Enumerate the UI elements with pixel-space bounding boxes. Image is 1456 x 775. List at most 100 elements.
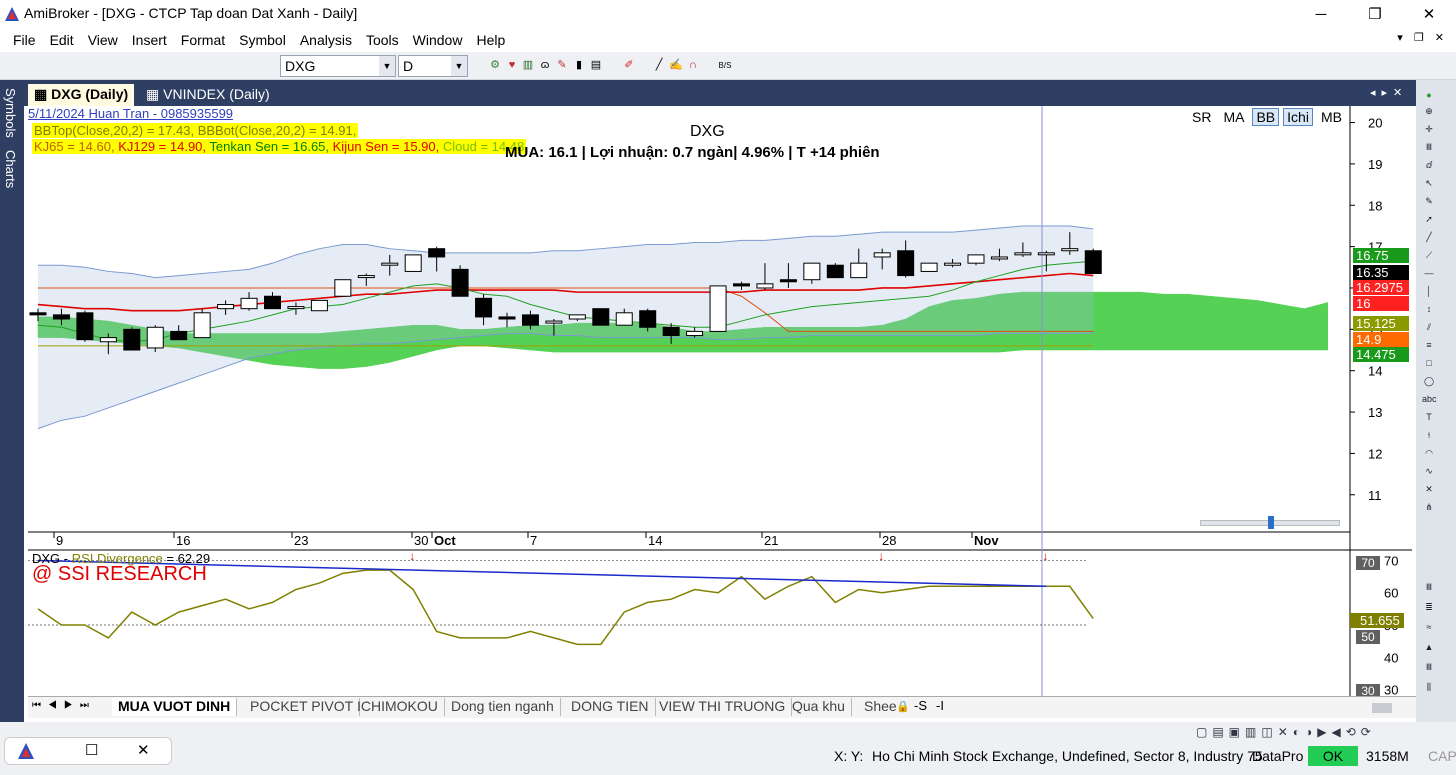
hline-icon[interactable]: ―: [1422, 266, 1436, 280]
bb-bot-legend: BBBot(Close,20,2) = 14.91,: [197, 123, 357, 138]
maximize-button[interactable]: ❐: [1352, 0, 1398, 28]
chart-svg[interactable]: 111213141516171819209162330Oct7142128Nov…: [28, 106, 1412, 696]
draw-icon[interactable]: ⅆ: [1422, 158, 1436, 172]
chevron-down-icon[interactable]: ▼: [379, 56, 395, 76]
menu-window[interactable]: Window: [406, 32, 470, 48]
fan-icon[interactable]: ⟊: [1422, 428, 1436, 442]
vline-icon[interactable]: │: [1422, 284, 1436, 298]
ellipse-icon[interactable]: ◯: [1422, 374, 1436, 388]
buy-sell-icon[interactable]: B/S: [718, 58, 732, 73]
tab-nav-icons[interactable]: ◂▸✕: [1370, 86, 1408, 99]
trendline-icon[interactable]: ╱: [1422, 230, 1436, 244]
chevron-down-icon[interactable]: ▼: [451, 56, 467, 76]
sheet-nav-arrows[interactable]: ⏮◀▶⏭: [32, 700, 96, 711]
menu-insert[interactable]: Insert: [125, 32, 174, 48]
menu-help[interactable]: Help: [469, 32, 512, 48]
arc-icon[interactable]: ◠: [1422, 446, 1436, 460]
bb-button[interactable]: BB: [1252, 108, 1280, 126]
ichimoku-cloud-segment: [1210, 295, 1235, 351]
sheet-extra-i[interactable]: -I: [936, 698, 944, 713]
symbols-tab[interactable]: Symbols: [3, 88, 18, 138]
tab-vnindex-daily[interactable]: ▦ VNINDEX (Daily): [140, 84, 276, 106]
tab-dxg-daily[interactable]: ▦ DXG (Daily): [28, 84, 135, 106]
fibo-icon[interactable]: ≡: [1422, 338, 1436, 352]
price-pane[interactable]: 111213141516171819209162330Oct7142128Nov: [28, 106, 1412, 696]
restore-icon[interactable]: ☐: [85, 741, 98, 759]
zoom-slider-thumb[interactable]: [1268, 516, 1274, 529]
brush-icon[interactable]: ✍: [669, 58, 683, 73]
color-pen-icon[interactable]: ✐: [622, 58, 636, 73]
wave-icon[interactable]: ≈: [1422, 620, 1436, 634]
ma-button[interactable]: MA: [1219, 108, 1248, 126]
gann-icon[interactable]: ✕: [1422, 482, 1436, 496]
text-abc-icon[interactable]: abc: [1422, 392, 1437, 406]
price-label-close: 16.35: [1353, 265, 1409, 280]
ichi-button[interactable]: Ichi: [1283, 108, 1313, 126]
mb-button[interactable]: MB: [1317, 108, 1346, 126]
tools-icon[interactable]: ⫼: [1422, 680, 1436, 694]
box-icon[interactable]: □: [1422, 356, 1436, 370]
pointer-icon[interactable]: ↖: [1422, 176, 1436, 190]
sheet-tab-view-thi-truong[interactable]: VIEW THI TRUONG: [653, 698, 793, 716]
interval-value: D: [403, 58, 414, 74]
menu-symbol[interactable]: Symbol: [232, 32, 293, 48]
charts-tab[interactable]: Charts: [3, 150, 18, 188]
menu-analysis[interactable]: Analysis: [293, 32, 359, 48]
minimize-button[interactable]: ─: [1298, 0, 1344, 28]
cursor-icon[interactable]: ➚: [1422, 212, 1436, 226]
chart-title: DXG: [690, 123, 725, 140]
candle-body: [709, 285, 727, 332]
refresh-icon[interactable]: ●: [1422, 88, 1436, 102]
arrows-icon[interactable]: ↕: [1422, 302, 1436, 316]
line-style-icon[interactable]: ɷ: [538, 58, 552, 73]
text-icon[interactable]: T: [1422, 410, 1436, 424]
cycle-icon[interactable]: ∿: [1422, 464, 1436, 478]
menu-view[interactable]: View: [81, 32, 125, 48]
triangle-icon[interactable]: ▲: [1422, 640, 1436, 654]
bottom-toolbar-icons[interactable]: ▢▤▣▥◫✕◐◑▶◀⟲⟳: [1196, 725, 1376, 739]
candle-icon[interactable]: ▮: [572, 58, 586, 73]
bars-alt-icon[interactable]: Ⅲ: [1422, 580, 1436, 594]
menu-edit[interactable]: Edit: [43, 32, 81, 48]
format-icon[interactable]: ▤: [589, 58, 603, 73]
chart-style-icon[interactable]: ⚙: [488, 58, 502, 73]
symbol-combo[interactable]: DXG ▼: [280, 55, 396, 77]
sheet-tab-dong-tien-nganh[interactable]: Dong tien nganh: [445, 698, 561, 716]
sheet-extra-s[interactable]: -S: [914, 698, 927, 713]
mdi-window-controls[interactable]: ▾ ❐ ✕: [1397, 31, 1448, 44]
grid-icon[interactable]: Ⅲ: [1422, 660, 1436, 674]
ray-icon[interactable]: ⟋: [1422, 248, 1436, 262]
draw-line-icon[interactable]: ╱: [652, 58, 666, 73]
crosshair-icon[interactable]: ✛: [1422, 122, 1436, 136]
pitchfork-icon[interactable]: ⋔: [1422, 500, 1436, 514]
taskbar-window-button[interactable]: ☐ ✕: [4, 737, 172, 765]
list-icon[interactable]: ≣: [1422, 600, 1436, 614]
sheet-tab-pocket-pivot[interactable]: POCKET PIVOT: [244, 698, 361, 716]
lock-icon[interactable]: 🔒: [896, 700, 910, 713]
y-tick-label: 11: [1368, 488, 1382, 503]
zoom-in-icon[interactable]: ⊕: [1422, 104, 1436, 118]
sr-button[interactable]: SR: [1188, 108, 1215, 126]
candle-body: [193, 312, 211, 339]
sheet-tab-qua-khu[interactable]: Qua khu: [786, 698, 852, 716]
magnet-icon[interactable]: ∩: [686, 58, 700, 73]
close-button[interactable]: ✕: [1406, 0, 1452, 28]
menu-file[interactable]: File: [6, 32, 43, 48]
pen-icon[interactable]: ✎: [555, 58, 569, 73]
menu-bar: File Edit View Insert Format Symbol Anal…: [0, 28, 1456, 52]
x-tick-label: 7: [530, 533, 537, 548]
channel-icon[interactable]: ⫽: [1422, 320, 1436, 334]
bars-icon[interactable]: Ⅲ: [1422, 140, 1436, 154]
pencil-icon[interactable]: ✎: [1422, 194, 1436, 208]
bar-chart-icon[interactable]: ▥: [521, 58, 535, 73]
menu-tools[interactable]: Tools: [359, 32, 406, 48]
close-icon[interactable]: ✕: [137, 741, 150, 759]
sheet-tab-mua-vuot-dinh[interactable]: MUA VUOT DINH: [112, 698, 238, 716]
menu-format[interactable]: Format: [174, 32, 232, 48]
heart-icon[interactable]: ♥: [505, 58, 519, 73]
sheet-tab-dong-tien[interactable]: DONG TIEN: [565, 698, 656, 716]
interval-combo[interactable]: D ▼: [398, 55, 468, 77]
sheet-tab-ichimokou[interactable]: ICHIMOKOU: [351, 698, 445, 716]
rsi-pane[interactable]: 30 40 50 60 70 ↓ ↓ ↓: [28, 549, 1398, 696]
horizontal-scrollbar[interactable]: [1372, 703, 1392, 713]
